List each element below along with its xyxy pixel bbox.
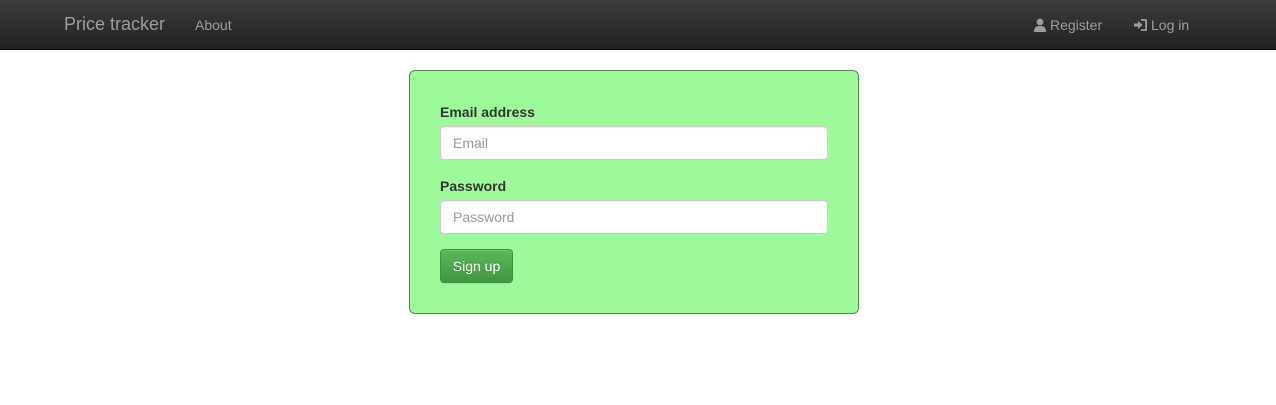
sign-up-button[interactable]: Sign up (440, 249, 513, 283)
email-field[interactable] (440, 126, 828, 160)
email-label: Email address (440, 104, 535, 120)
top-navbar: Price tracker About Register Log in (0, 0, 1276, 50)
login-label: Log in (1151, 17, 1190, 33)
brand-link[interactable]: Price tracker (64, 13, 165, 35)
nav-login-link[interactable]: Log in (1133, 16, 1189, 36)
register-label: Register (1050, 17, 1103, 33)
password-label: Password (440, 178, 507, 194)
signup-form-panel: Email address Password Sign up (409, 70, 859, 314)
nav-about-link[interactable]: About (195, 16, 232, 34)
password-field[interactable] (440, 200, 828, 234)
nav-register-link[interactable]: Register (1033, 16, 1102, 36)
log-in-icon (1133, 18, 1148, 36)
user-icon (1033, 18, 1047, 36)
